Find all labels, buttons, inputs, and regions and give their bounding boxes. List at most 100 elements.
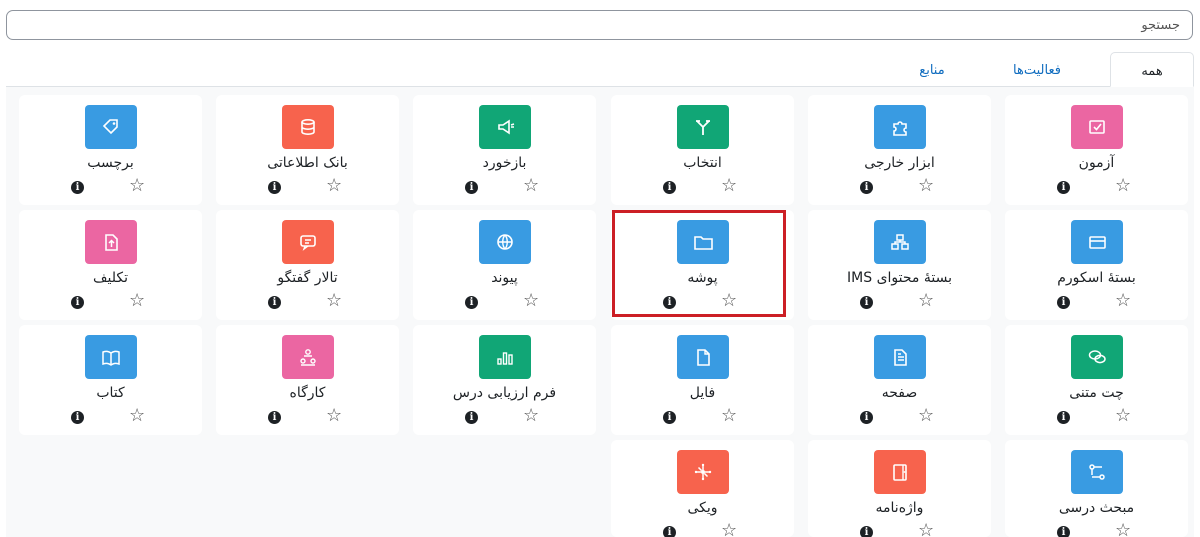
folder-icon [676,220,729,264]
module-card-page[interactable]: صفحه i ☆ [808,325,991,435]
choice-icon [676,105,729,149]
star-icon[interactable]: ☆ [1115,407,1131,425]
star-icon[interactable]: ☆ [721,522,737,537]
info-icon[interactable]: i [1057,296,1070,309]
star-icon[interactable]: ☆ [326,407,342,425]
module-card-tag[interactable]: برچسب i ☆ [19,95,202,205]
module-card-forum[interactable]: تالار گفتگو i ☆ [216,210,399,320]
info-icon[interactable]: i [71,296,84,309]
star-icon[interactable]: ☆ [129,177,145,195]
module-card-wiki[interactable]: ویکی i ☆ [611,440,794,537]
module-label: صفحه [881,385,918,401]
subsection-icon [1070,450,1123,494]
tag-icon [84,105,137,149]
module-label: بازخورد [482,155,527,171]
info-icon[interactable]: i [860,296,873,309]
scorm-package-icon [1070,220,1123,264]
info-icon[interactable]: i [663,296,676,309]
page-icon [873,335,926,379]
file-icon [676,335,729,379]
star-icon[interactable]: ☆ [721,177,737,195]
module-card-chat[interactable]: چت متنی i ☆ [1005,325,1188,435]
info-icon[interactable]: i [1057,181,1070,194]
tab-activities[interactable]: فعالیت‌ها [982,52,1092,87]
puzzle-icon [873,105,926,149]
module-card-assignment[interactable]: تکلیف i ☆ [19,210,202,320]
info-icon[interactable]: i [663,526,676,537]
module-label: تکلیف [93,270,128,286]
info-icon[interactable]: i [71,411,84,424]
star-icon[interactable]: ☆ [523,407,539,425]
forum-icon [281,220,334,264]
info-icon[interactable]: i [268,181,281,194]
info-icon[interactable]: i [465,411,478,424]
module-card-ims-package[interactable]: بستهٔ محتوای IMS i ☆ [808,210,991,320]
info-icon[interactable]: i [268,411,281,424]
globe-icon [478,220,531,264]
star-icon[interactable]: ☆ [326,292,342,310]
star-icon[interactable]: ☆ [129,407,145,425]
info-icon[interactable]: i [268,296,281,309]
database-icon [281,105,334,149]
info-icon[interactable]: i [860,181,873,194]
tab-resources[interactable]: منابع [892,52,972,87]
module-label: فایل [689,385,716,401]
search-input[interactable] [7,11,1192,39]
module-card-folder[interactable]: پوشه i ☆ [611,210,794,320]
module-label: تالار گفتگو [277,270,338,286]
star-icon[interactable]: ☆ [1115,177,1131,195]
star-icon[interactable]: ☆ [721,292,737,310]
info-icon[interactable]: i [465,296,478,309]
module-card-globe[interactable]: پیوند i ☆ [413,210,596,320]
module-label: واژه‌نامه [875,500,924,516]
module-label: ابزار خارجی [864,155,935,171]
info-icon[interactable]: i [663,411,676,424]
module-label: بانک اطلاعاتی [267,155,348,171]
tab-all[interactable]: همه [1110,52,1194,87]
info-icon[interactable]: i [860,411,873,424]
info-icon[interactable]: i [663,181,676,194]
star-icon[interactable]: ☆ [918,292,934,310]
module-card-subsection[interactable]: مبحث درسی i ☆ [1005,440,1188,537]
info-icon[interactable]: i [1057,411,1070,424]
info-icon[interactable]: i [860,526,873,537]
module-card-database[interactable]: بانک اطلاعاتی i ☆ [216,95,399,205]
star-icon[interactable]: ☆ [523,292,539,310]
star-icon[interactable]: ☆ [918,177,934,195]
wiki-icon [676,450,729,494]
module-card-scorm-package[interactable]: بستهٔ اسکورم i ☆ [1005,210,1188,320]
module-label: بستهٔ اسکورم [1057,270,1136,286]
star-icon[interactable]: ☆ [918,522,934,537]
star-icon[interactable]: ☆ [523,177,539,195]
star-icon[interactable]: ☆ [129,292,145,310]
star-icon[interactable]: ☆ [721,407,737,425]
module-label: فرم ارزیابی درس [452,385,557,401]
glossary-icon [873,450,926,494]
info-icon[interactable]: i [465,181,478,194]
module-card-puzzle[interactable]: ابزار خارجی i ☆ [808,95,991,205]
tab-bar: همه فعالیت‌ها منابع [0,52,1200,87]
star-icon[interactable]: ☆ [918,407,934,425]
star-icon[interactable]: ☆ [1115,522,1131,537]
module-label: پوشه [687,270,718,286]
workshop-icon [281,335,334,379]
ims-package-icon [873,220,926,264]
module-card-choice[interactable]: انتخاب i ☆ [611,95,794,205]
megaphone-icon [478,105,531,149]
module-card-quiz[interactable]: آزمون i ☆ [1005,95,1188,205]
info-icon[interactable]: i [1057,526,1070,537]
module-card-megaphone[interactable]: بازخورد i ☆ [413,95,596,205]
search-box[interactable] [6,10,1193,40]
assignment-icon [84,220,137,264]
star-icon[interactable]: ☆ [1115,292,1131,310]
module-card-bar-chart[interactable]: فرم ارزیابی درس i ☆ [413,325,596,435]
info-icon[interactable]: i [71,181,84,194]
module-card-glossary[interactable]: واژه‌نامه i ☆ [808,440,991,537]
star-icon[interactable]: ☆ [326,177,342,195]
module-card-file[interactable]: فایل i ☆ [611,325,794,435]
module-label: پیوند [491,270,518,286]
module-label: آزمون [1078,155,1115,171]
bar-chart-icon [478,335,531,379]
module-card-book[interactable]: کتاب i ☆ [19,325,202,435]
module-card-workshop[interactable]: کارگاه i ☆ [216,325,399,435]
